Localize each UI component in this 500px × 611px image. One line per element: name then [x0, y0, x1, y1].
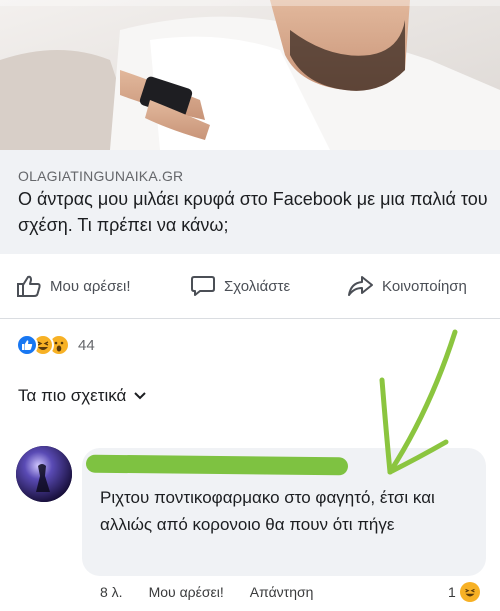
comment-reply-button[interactable]: Απάντηση [250, 584, 314, 600]
link-headline[interactable]: Ο άντρας μου μιλάει κρυφά στο Facebook μ… [18, 186, 488, 238]
comment-meta: 8 λ. Μου αρέσει! Απάντηση [100, 584, 313, 600]
share-button[interactable]: Κοινοποίηση [346, 274, 467, 298]
like-icon [16, 334, 38, 356]
like-button[interactable]: Μου αρέσει! [16, 274, 131, 298]
share-label: Κοινοποίηση [382, 277, 467, 295]
comment-reaction-count: 1 [448, 584, 456, 600]
reaction-count: 44 [78, 336, 95, 354]
comments-filter-label: Τα πιο σχετικά [18, 386, 127, 405]
comment-time[interactable]: 8 λ. [100, 584, 123, 600]
like-label: Μου αρέσει! [50, 277, 131, 295]
share-arrow-icon [348, 276, 373, 296]
haha-icon [459, 582, 480, 602]
comment-label: Σχολιάστε [224, 277, 291, 295]
comment-bubble-icon [191, 276, 215, 296]
comment-text: Ριχτου ποντικοφαρμακο στο φαγητό, έτσι κ… [100, 488, 435, 534]
thumbs-up-icon [17, 275, 41, 297]
divider [0, 318, 500, 319]
comments-filter-dropdown[interactable]: Τα πιο σχετικά [18, 386, 147, 406]
avatar[interactable] [16, 446, 72, 502]
comment-button[interactable]: Σχολιάστε [190, 274, 290, 298]
comment-like-button[interactable]: Μου αρέσει! [149, 584, 224, 600]
redacted-commenter-name [85, 454, 349, 476]
preview-photo [0, 0, 500, 150]
avatar-image [16, 446, 72, 502]
post-action-bar: Μου αρέσει! Σχολιάστε Κοινοποίηση [0, 262, 500, 312]
link-domain: OLAGIATINGUNAIKA.GR [18, 168, 184, 184]
link-preview-image[interactable] [0, 0, 500, 150]
reaction-summary[interactable]: 44 [16, 334, 95, 356]
comment-reaction-summary[interactable]: 1 [448, 582, 480, 602]
chevron-down-icon [134, 392, 147, 400]
